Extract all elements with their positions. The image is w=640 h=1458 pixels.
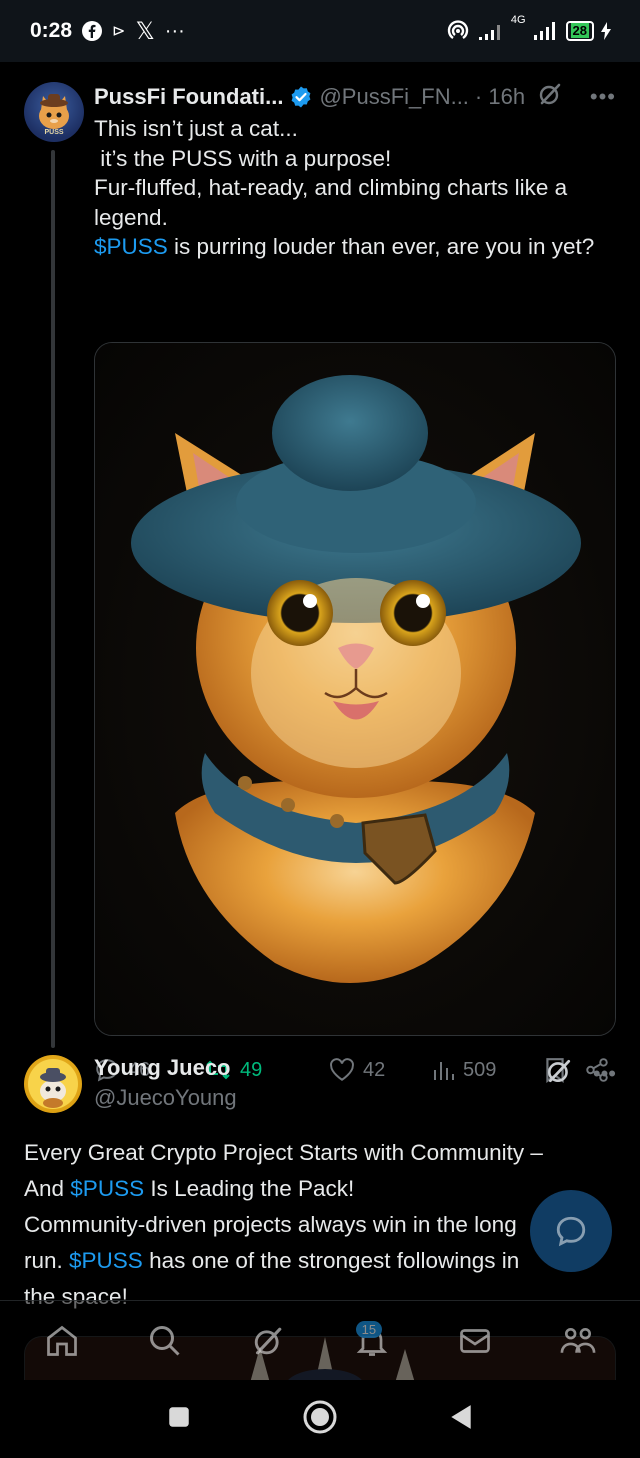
grok-icon: [255, 1327, 282, 1354]
tweet-header: PussFi Foundati... @PussFi_FN... · 16h •…: [94, 82, 616, 112]
square-icon: [169, 1406, 189, 1427]
cashtag-link[interactable]: $PUSS: [94, 234, 168, 259]
tweet-text-line: it’s the PUSS with a purpose!: [94, 145, 392, 171]
envelope-icon: [460, 1328, 490, 1353]
grok-icon[interactable]: [545, 1057, 573, 1091]
search-icon: [149, 1325, 180, 1356]
network-type: 4G: [510, 14, 526, 26]
nav-notifications[interactable]: 15: [342, 1311, 402, 1371]
svg-text:PUSS: PUSS: [44, 129, 63, 136]
author-name[interactable]: Young Jueco: [94, 1055, 237, 1081]
author-handle[interactable]: @JuecoYoung: [94, 1085, 237, 1111]
circle-icon: [303, 1400, 337, 1433]
compose-button[interactable]: [530, 1190, 612, 1272]
charging-icon: [600, 22, 612, 40]
battery-indicator: 28: [565, 21, 594, 41]
notification-badge: 15: [355, 1320, 383, 1338]
x-logo-icon: 𝕏: [135, 17, 155, 45]
nav-search[interactable]: [135, 1311, 195, 1371]
signal-icon-1: [477, 21, 505, 41]
tweet-header: Young Jueco @JuecoYoung: [94, 1055, 237, 1111]
more-options-icon[interactable]: •••: [593, 1061, 616, 1087]
tweet-text-line: Fur-fluffed, hat-ready, and climbing cha…: [94, 175, 568, 200]
author-name[interactable]: PussFi Foundati...: [94, 84, 283, 110]
author-handle[interactable]: @PussFi_FN...: [319, 84, 468, 110]
tweet-text-line: $PUSS is purring louder than ever, are y…: [94, 234, 595, 259]
hotspot-icon: [445, 20, 471, 42]
avatar[interactable]: PUSS: [24, 82, 84, 142]
cashtag-link[interactable]: $PUSS: [69, 1248, 143, 1273]
avatar[interactable]: [24, 1055, 82, 1113]
nav-messages[interactable]: [445, 1311, 505, 1371]
back-button[interactable]: [448, 1403, 474, 1436]
status-bar: 0:28 ⊳ 𝕏 ··· 4G 28: [0, 0, 640, 62]
cashtag-link[interactable]: $PUSS: [70, 1176, 144, 1201]
compose-icon: [556, 1216, 586, 1247]
more-options-icon[interactable]: •••: [590, 84, 616, 110]
grok-icon[interactable]: [537, 81, 563, 113]
more-notifications-icon: ···: [164, 19, 185, 42]
tweet-text-line: Community-driven projects always win in …: [24, 1212, 517, 1237]
tweet-text-line: legend.: [94, 204, 168, 230]
facebook-icon: [82, 21, 103, 41]
tweet-text-line: Every Great Crypto Project Starts with C…: [24, 1140, 543, 1165]
play-store-icon: ⊳: [112, 23, 126, 40]
signal-icon-2: [532, 21, 560, 41]
tweet-text-line: This isn’t just a cat...: [94, 116, 298, 141]
back-triangle-icon: [451, 1404, 471, 1429]
tweet-text-line: And $PUSS Is Leading the Pack!: [24, 1176, 355, 1201]
bottom-navigation: 15: [0, 1300, 640, 1380]
nav-grok[interactable]: [238, 1311, 298, 1371]
thread-line: [51, 150, 55, 1048]
verified-badge-icon: [289, 85, 313, 109]
recents-button[interactable]: [166, 1404, 192, 1435]
status-time: 0:28: [30, 19, 73, 42]
tweet-young-jueco[interactable]: Young Jueco @JuecoYoung ••• Every Great …: [0, 1047, 640, 1337]
tweet-pussfi[interactable]: PUSS PussFi Foundati... @PussFi_FN... · …: [0, 62, 640, 1083]
tweet-time[interactable]: · 16h: [475, 84, 525, 110]
tweet-text: This isn’t just a cat... it’s the PUSS w…: [94, 114, 616, 262]
nav-home[interactable]: [32, 1311, 92, 1371]
communities-icon: [560, 1327, 596, 1353]
home-icon: [46, 1325, 77, 1356]
tweet-image[interactable]: [94, 342, 616, 1036]
nav-communities[interactable]: [548, 1311, 608, 1371]
tweet-text-line: run. $PUSS has one of the strongest foll…: [24, 1248, 520, 1273]
home-system-button[interactable]: [302, 1399, 338, 1440]
system-navigation: [0, 1380, 640, 1458]
tweet-text: Every Great Crypto Project Starts with C…: [24, 1135, 600, 1315]
